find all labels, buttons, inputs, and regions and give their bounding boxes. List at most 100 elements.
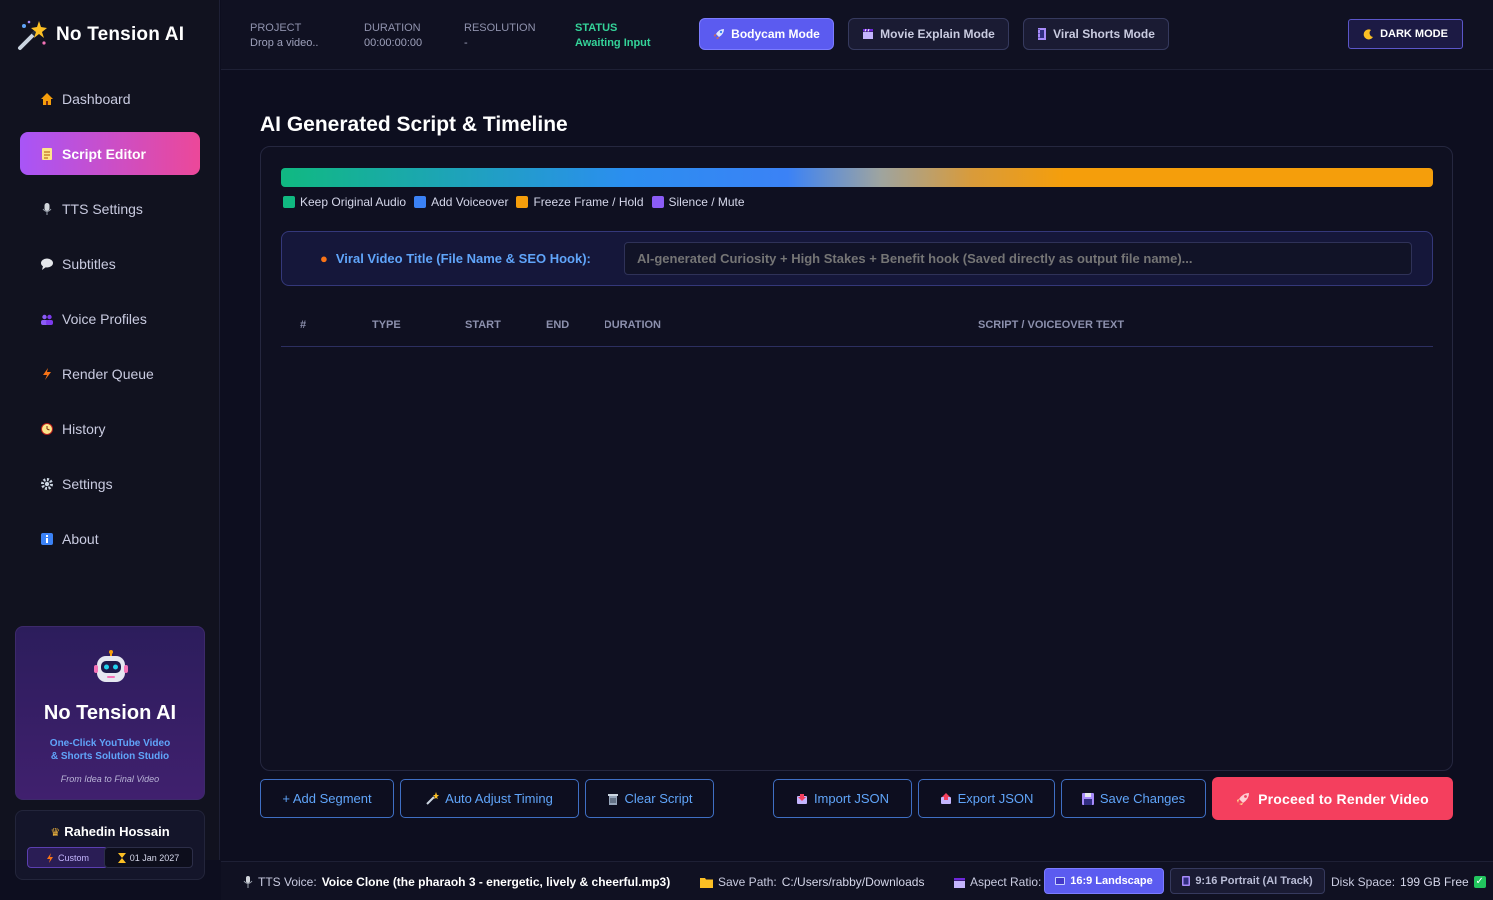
seo-title-label: Viral Video Title (File Name & SEO Hook)… xyxy=(335,251,591,266)
duration-meta: DURATION 00:00:00:00 xyxy=(364,21,422,51)
disk-space-value: 199 GB Free xyxy=(1400,875,1469,889)
dark-mode-label: DARK MODE xyxy=(1380,28,1448,40)
microphone-icon xyxy=(42,202,52,215)
viral-shorts-mode-button[interactable]: Viral Shorts Mode xyxy=(1023,18,1169,50)
promo-subtitle-line: One-Click YouTube Video xyxy=(49,738,171,749)
aspect-landscape-button[interactable]: 16:9 Landscape xyxy=(1044,868,1164,894)
sidebar-item-dashboard[interactable]: Dashboard xyxy=(20,77,200,120)
gear-icon xyxy=(41,477,53,490)
promo-title: No Tension AI xyxy=(43,702,177,724)
duration-value: 00:00:00:00 xyxy=(364,37,423,49)
render-video-label: Proceed to Render Video xyxy=(1258,790,1429,807)
segments-table-header: # TYPE START END DURATION SCRIPT / VOICE… xyxy=(281,307,1433,347)
column-header-end: END xyxy=(546,319,570,331)
sidebar-item-script-editor[interactable]: Script Editor xyxy=(20,132,200,175)
legend-label: Keep Original Audio xyxy=(300,195,407,209)
mode-label: Bodycam Mode xyxy=(731,27,820,41)
aspect-option-label: 16:9 Landscape xyxy=(1070,875,1153,887)
film-strip-icon xyxy=(1038,28,1047,40)
rocket-icon xyxy=(1237,792,1250,805)
export-json-button[interactable]: Export JSON xyxy=(918,779,1055,818)
status-value: Awaiting Input xyxy=(575,37,651,49)
inbox-icon xyxy=(796,793,807,804)
sidebar-item-about[interactable]: About xyxy=(20,517,200,560)
sidebar-item-voice-profiles[interactable]: Voice Profiles xyxy=(20,297,200,340)
sidebar-item-history[interactable]: History xyxy=(20,407,200,450)
tts-voice-label: TTS Voice: xyxy=(258,875,317,889)
auto-adjust-label: Auto Adjust Timing xyxy=(445,791,553,806)
render-video-button[interactable]: Proceed to Render Video xyxy=(1212,777,1453,820)
sidebar-item-label: TTS Settings xyxy=(62,200,143,217)
legend-swatch xyxy=(414,196,427,208)
sidebar-item-render-queue[interactable]: Render Queue xyxy=(20,352,200,395)
timeline-bar[interactable] xyxy=(281,168,1433,187)
clapperboard-icon xyxy=(954,877,965,888)
sidebar-item-label: Dashboard xyxy=(62,90,131,107)
clock-icon xyxy=(41,422,53,435)
column-header-type: TYPE xyxy=(372,319,401,331)
column-header-duration: DURATION xyxy=(605,319,661,331)
sidebar-item-tts-settings[interactable]: TTS Settings xyxy=(20,187,200,230)
import-json-label: Import JSON xyxy=(813,791,890,806)
status-label: STATUS xyxy=(575,22,618,34)
bodycam-mode-button[interactable]: Bodycam Mode xyxy=(699,18,834,50)
clear-script-label: Clear Script xyxy=(624,791,693,806)
clear-script-button[interactable]: Clear Script xyxy=(585,779,714,818)
status-footer: TTS Voice: Voice Clone (the pharaoh 3 - … xyxy=(221,861,1493,900)
brand[interactable]: No Tension AI xyxy=(14,18,184,52)
save-changes-button[interactable]: Save Changes xyxy=(1061,779,1206,818)
sidebar-nav: Dashboard Script Editor TTS Settings Sub… xyxy=(20,77,200,572)
sidebar-item-subtitles[interactable]: Subtitles xyxy=(20,242,200,285)
seo-title-input[interactable] xyxy=(624,242,1412,275)
seo-title-label-row: ● Viral Video Title (File Name & SEO Hoo… xyxy=(320,251,591,266)
sidebar-item-label: Settings xyxy=(62,475,113,492)
promo-tagline: From Idea to Final Video xyxy=(60,774,160,784)
save-changes-label: Save Changes xyxy=(1099,791,1186,806)
document-icon xyxy=(42,147,52,160)
page-title: AI Generated Script & Timeline xyxy=(260,113,568,136)
save-path-status[interactable]: Save Path: C:/Users/rabby/Downloads xyxy=(700,875,924,889)
legend-item: Keep Original Audio xyxy=(283,195,406,209)
legend-label: Silence / Mute xyxy=(668,195,745,209)
speech-bubble-icon xyxy=(41,258,53,270)
moon-icon xyxy=(1363,28,1374,39)
save-path-label: Save Path: xyxy=(718,875,777,889)
seo-title-box: ● Viral Video Title (File Name & SEO Hoo… xyxy=(281,231,1433,286)
clapperboard-icon xyxy=(863,28,874,39)
legend-item: Add Voiceover xyxy=(414,195,508,209)
tts-voice-status[interactable]: TTS Voice: Voice Clone (the pharaoh 3 - … xyxy=(243,875,670,889)
sidebar-item-label: About xyxy=(62,530,99,547)
legend-item: Silence / Mute xyxy=(651,195,745,209)
legend-label: Add Voiceover xyxy=(431,195,509,209)
trash-icon xyxy=(607,794,618,805)
duration-label: DURATION xyxy=(364,22,421,34)
users-icon xyxy=(41,314,53,325)
lightning-icon xyxy=(46,852,53,863)
promo-subtitle: One-Click YouTube Video & Shorts Solutio… xyxy=(36,737,184,763)
top-bar: PROJECT Drop a video.. DURATION 00:00:00… xyxy=(221,0,1493,70)
microphone-icon xyxy=(243,876,253,888)
aspect-ratio-label: Aspect Ratio: xyxy=(970,875,1042,889)
save-path-value: C:/Users/rabby/Downloads xyxy=(781,875,925,889)
sidebar-item-label: Voice Profiles xyxy=(62,310,147,327)
auto-adjust-timing-button[interactable]: Auto Adjust Timing xyxy=(400,779,579,818)
sidebar-item-label: Script Editor xyxy=(62,145,147,162)
timeline-legend: Keep Original Audio Add Voiceover Freeze… xyxy=(283,195,745,209)
mode-label: Viral Shorts Mode xyxy=(1053,27,1155,41)
aspect-portrait-button[interactable]: 9:16 Portrait (AI Track) xyxy=(1170,868,1325,894)
legend-label: Freeze Frame / Hold xyxy=(533,195,644,209)
resolution-meta: RESOLUTION - xyxy=(464,21,536,51)
dark-mode-toggle[interactable]: DARK MODE xyxy=(1348,19,1463,49)
landscape-screen-icon xyxy=(1055,877,1066,885)
sidebar-item-settings[interactable]: Settings xyxy=(20,462,200,505)
add-segment-button[interactable]: + Add Segment xyxy=(260,779,394,818)
magic-wand-icon xyxy=(426,792,440,805)
column-header-script: SCRIPT / VOICEOVER TEXT xyxy=(978,319,1125,331)
import-json-button[interactable]: Import JSON xyxy=(773,779,912,818)
disk-space-label: Disk Space: xyxy=(1331,875,1396,889)
promo-subtitle-line: & Shorts Solution Studio xyxy=(50,751,170,762)
crown-icon: ♛ xyxy=(50,827,61,839)
user-name-row: ♛ Rahedin Hossain xyxy=(16,824,204,839)
movie-explain-mode-button[interactable]: Movie Explain Mode xyxy=(848,18,1009,50)
user-card[interactable]: ♛ Rahedin Hossain Custom 01 Jan 2027 xyxy=(15,810,205,880)
